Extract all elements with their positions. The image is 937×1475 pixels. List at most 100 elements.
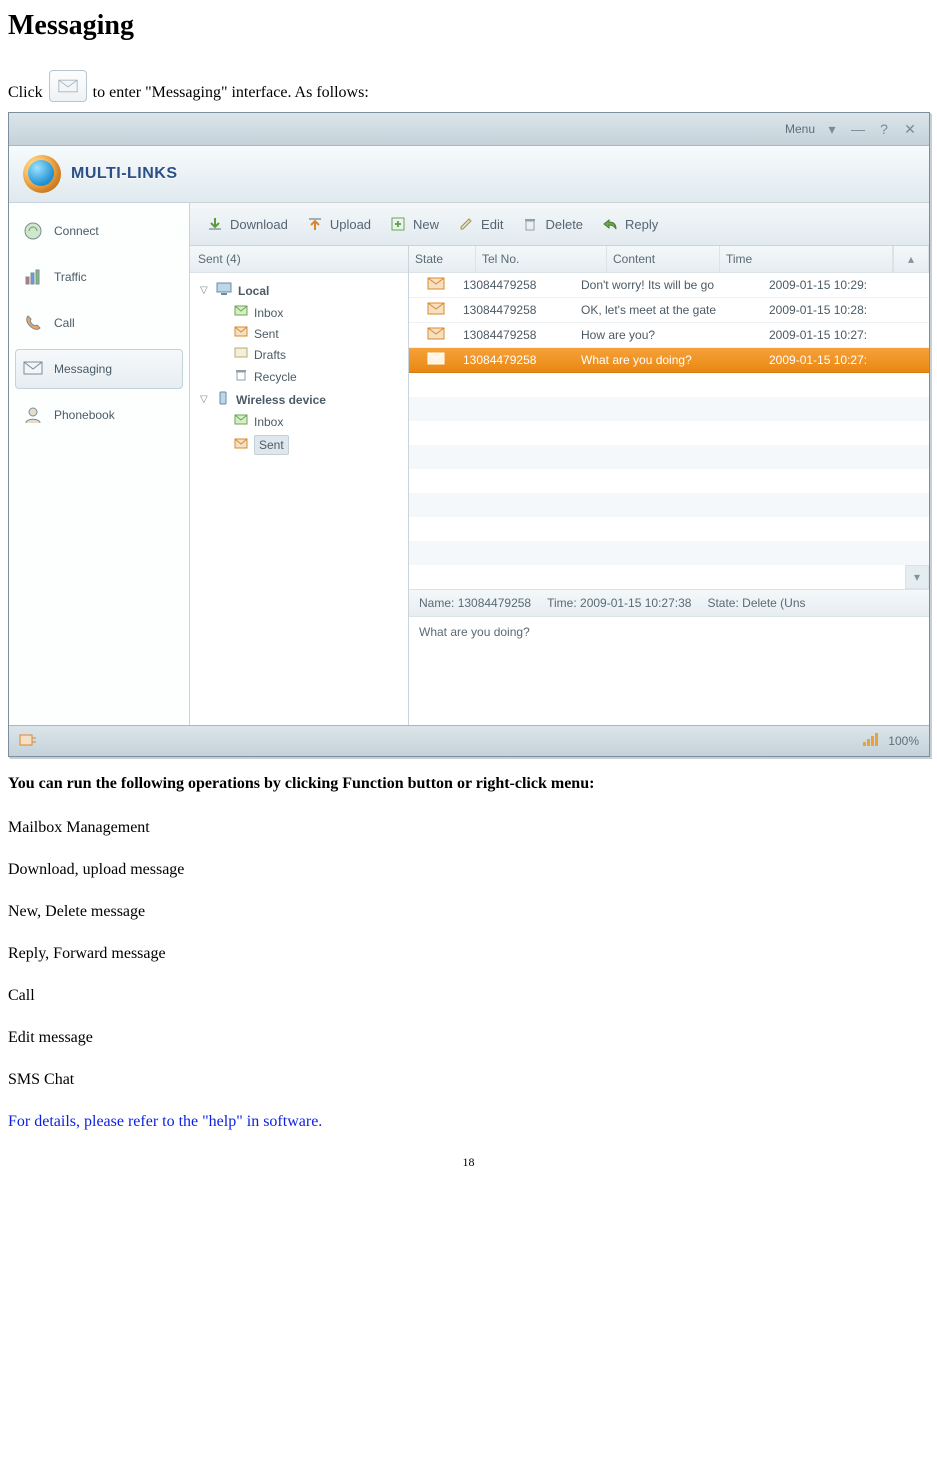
cell-tel: 13084479258 [463, 303, 581, 317]
menu-dropdown-icon[interactable]: ▾ [823, 120, 841, 138]
tree-group-label: Wireless device [236, 393, 326, 407]
computer-icon [216, 282, 232, 299]
messaging-icon [22, 358, 44, 380]
toolbar-label: Download [230, 217, 288, 232]
cell-content: How are you? [581, 328, 769, 342]
toolbar-upload[interactable]: Upload [300, 211, 377, 237]
col-tel[interactable]: Tel No. [476, 246, 607, 272]
scroll-up-icon[interactable]: ▴ [893, 246, 929, 272]
meta-name: 13084479258 [458, 596, 531, 610]
toolbar-download[interactable]: Download [200, 211, 294, 237]
globe-logo-icon [23, 155, 61, 193]
minimize-icon[interactable]: — [849, 120, 867, 138]
tree-item-label: Recycle [254, 370, 297, 384]
signal-text: 100% [888, 734, 919, 748]
message-row[interactable]: 13084479258 How are you? 2009-01-15 10:2… [409, 323, 929, 348]
traffic-icon [22, 266, 44, 288]
tree-item-drafts[interactable]: Drafts [232, 344, 404, 365]
sent-icon [234, 438, 248, 453]
cell-time: 2009-01-15 10:27: [769, 353, 929, 367]
tree-item-sent[interactable]: Sent [232, 323, 404, 344]
intro-line: Click to enter "Messaging" interface. As… [8, 70, 929, 102]
disclosure-icon: ▽ [200, 285, 210, 296]
message-row[interactable]: 13084479258 Don't worry! Its will be go … [409, 273, 929, 298]
tree-item-label: Sent [254, 327, 279, 341]
menu-label[interactable]: Menu [785, 122, 815, 136]
inbox-icon [234, 305, 248, 320]
disclosure-icon: ▽ [200, 394, 210, 405]
op-item: Reply, Forward message [8, 945, 929, 963]
tree-header: Sent (4) [190, 246, 408, 273]
sidenav-item-call[interactable]: Call [15, 303, 183, 343]
toolbar-reply[interactable]: Reply [595, 211, 664, 237]
toolbar-label: Edit [481, 217, 503, 232]
cell-time: 2009-01-15 10:29: [769, 278, 929, 292]
message-preview: What are you doing? [409, 617, 929, 725]
call-icon [22, 312, 44, 334]
close-icon[interactable]: ✕ [901, 120, 919, 138]
column-headers: State Tel No. Content Time ▴ [409, 246, 929, 273]
tree-item-inbox[interactable]: Inbox [232, 411, 404, 432]
op-item: Download, upload message [8, 861, 929, 879]
tree-item-sent-selected[interactable]: Sent [232, 432, 404, 458]
col-time[interactable]: Time [720, 246, 893, 272]
sidenav-item-phonebook[interactable]: Phonebook [15, 395, 183, 435]
sidenav-label: Call [54, 316, 75, 330]
help-icon[interactable]: ? [875, 120, 893, 138]
device-icon [216, 391, 230, 408]
toolbar-edit[interactable]: Edit [451, 211, 509, 237]
message-row[interactable]: 13084479258 OK, let's meet at the gate 2… [409, 298, 929, 323]
mail-state-icon [427, 302, 445, 319]
tree-item-recycle[interactable]: Recycle [232, 365, 404, 388]
tree-group-label: Local [238, 284, 269, 298]
meta-time-label: Time: [547, 596, 577, 610]
toolbar-label: Upload [330, 217, 371, 232]
tree-item-label: Sent [254, 435, 289, 455]
sidenav-item-connect[interactable]: Connect [15, 211, 183, 251]
help-reference: For details, please refer to the "help" … [8, 1113, 929, 1131]
toolbar-new[interactable]: New [383, 211, 445, 237]
cell-content: OK, let's meet at the gate [581, 303, 769, 317]
sidenav-label: Connect [54, 224, 99, 238]
subheading: You can run the following operations by … [8, 775, 929, 793]
tree-item-label: Inbox [254, 415, 283, 429]
brand-bar: MULTI-LINKS [9, 146, 929, 203]
mail-state-icon [427, 327, 445, 344]
sent-icon [234, 326, 248, 341]
cell-time: 2009-01-15 10:27: [769, 328, 929, 342]
op-item: New, Delete message [8, 903, 929, 921]
recycle-icon [234, 368, 248, 385]
tree-group-local[interactable]: ▽ Local [198, 279, 404, 302]
meta-time: 2009-01-15 10:27:38 [580, 596, 691, 610]
toolbar-label: Delete [545, 217, 583, 232]
message-row-selected[interactable]: 13084479258 What are you doing? 2009-01-… [409, 348, 929, 373]
cell-content: What are you doing? [581, 353, 769, 367]
status-left-icon [19, 732, 37, 751]
folder-tree: Sent (4) ▽ Local Inbox Sent Drafts Recyc… [190, 246, 409, 725]
tree-item-inbox[interactable]: Inbox [232, 302, 404, 323]
delete-icon [521, 215, 539, 233]
cell-time: 2009-01-15 10:28: [769, 303, 929, 317]
messaging-app-window: Menu ▾ — ? ✕ MULTI-LINKS Connect Traffic… [8, 112, 930, 757]
tree-item-label: Drafts [254, 348, 286, 362]
sidenav-label: Phonebook [54, 408, 115, 422]
message-meta: Name: 13084479258 Time: 2009-01-15 10:27… [409, 589, 929, 617]
tree-group-wireless[interactable]: ▽ Wireless device [198, 388, 404, 411]
meta-state: Delete (Uns [742, 596, 805, 610]
meta-name-label: Name: [419, 596, 454, 610]
toolbar-label: New [413, 217, 439, 232]
scroll-down-icon[interactable]: ▾ [905, 565, 929, 589]
col-content[interactable]: Content [607, 246, 720, 272]
mail-state-icon [427, 277, 445, 294]
toolbar-delete[interactable]: Delete [515, 211, 589, 237]
op-item: Mailbox Management [8, 819, 929, 837]
page-number: 18 [8, 1155, 929, 1170]
col-state[interactable]: State [409, 246, 476, 272]
page-heading: Messaging [8, 10, 929, 42]
sidenav-item-traffic[interactable]: Traffic [15, 257, 183, 297]
sidenav-item-messaging[interactable]: Messaging [15, 349, 183, 389]
op-item: Call [8, 987, 929, 1005]
cell-tel: 13084479258 [463, 328, 581, 342]
edit-icon [457, 215, 475, 233]
signal-icon [862, 733, 882, 750]
